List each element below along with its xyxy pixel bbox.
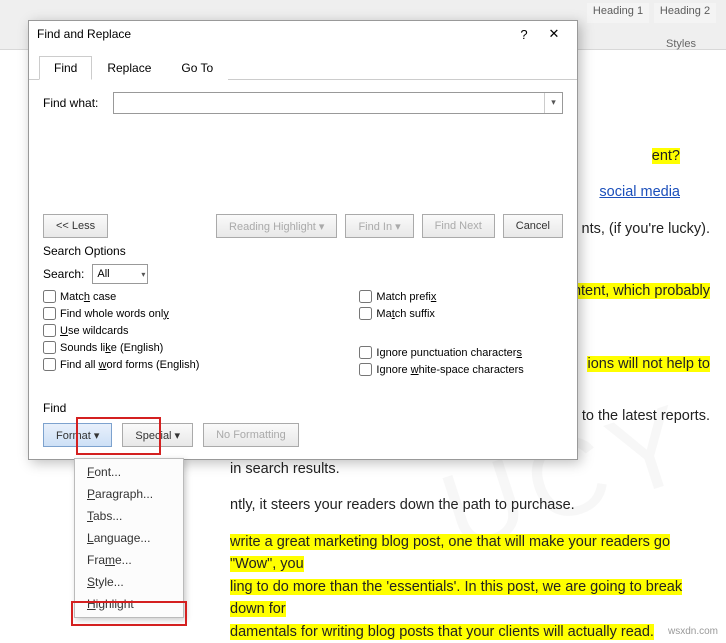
find-what-label: Find what: (43, 96, 113, 110)
no-formatting-button[interactable]: No Formatting (203, 423, 299, 447)
whole-words-checkbox[interactable]: Find whole words only (43, 307, 199, 320)
less-button[interactable]: << Less (43, 214, 108, 238)
all-word-forms-checkbox[interactable]: Find all word forms (English) (43, 358, 199, 371)
doc-text: write a great marketing blog post, one t… (230, 534, 670, 572)
doc-link[interactable]: social media (599, 184, 680, 200)
style-heading2[interactable]: Heading 2 (654, 3, 716, 23)
doc-text: g to the latest reports. (570, 408, 710, 424)
style-heading1[interactable]: Heading 1 (587, 3, 649, 23)
doc-text: ling to do more than the 'essentials'. I… (230, 579, 682, 617)
dialog-tabs: Find Replace Go To (29, 51, 577, 80)
tab-find[interactable]: Find (39, 56, 92, 80)
watermark-source: wsxdn.com (668, 626, 718, 637)
sounds-like-checkbox[interactable]: Sounds like (English) (43, 341, 199, 354)
format-dropdown: Font... Paragraph... Tabs... Language...… (74, 458, 184, 618)
dialog-title: Find and Replace (37, 27, 509, 41)
search-direction-label: Search: (43, 267, 84, 281)
cancel-button[interactable]: Cancel (503, 214, 563, 238)
match-prefix-checkbox[interactable]: Match prefix (359, 290, 523, 303)
tab-goto[interactable]: Go To (166, 56, 228, 80)
chevron-down-icon: ▾ (141, 270, 145, 279)
dropdown-font[interactable]: Font... (77, 461, 181, 483)
search-direction-select[interactable]: All▾ (92, 264, 148, 284)
help-button[interactable]: ? (509, 27, 539, 42)
dialog-titlebar: Find and Replace ? ✕ (29, 21, 577, 47)
ignore-punct-checkbox[interactable]: Ignore punctuation characters (359, 346, 523, 359)
dropdown-highlight[interactable]: Highlight (77, 593, 181, 615)
format-button[interactable]: Format ▾ (43, 423, 112, 447)
find-what-input[interactable]: ▾ (113, 92, 563, 114)
match-case-checkbox[interactable]: Match case (43, 290, 199, 303)
chevron-down-icon[interactable]: ▾ (544, 93, 562, 113)
find-next-button[interactable]: Find Next (422, 214, 495, 238)
dropdown-style[interactable]: Style... (77, 571, 181, 593)
doc-text: damentals for writing blog posts that yo… (230, 624, 654, 640)
find-panel: Find what: ▾ << Less Reading Highlight ▾… (29, 80, 577, 388)
doc-text: ions will not help to (587, 356, 710, 372)
ribbon-group-label: Styles (666, 38, 696, 50)
dropdown-language[interactable]: Language... (77, 527, 181, 549)
find-replace-dialog: Find and Replace ? ✕ Find Replace Go To … (28, 20, 578, 460)
reading-highlight-button[interactable]: Reading Highlight ▾ (216, 214, 337, 238)
special-button[interactable]: Special ▾ (122, 423, 193, 447)
doc-text: ent? (652, 148, 680, 164)
doc-text: ntly, it steers your readers down the pa… (230, 497, 575, 513)
doc-text: nts, (if you're lucky). (582, 221, 710, 237)
dropdown-paragraph[interactable]: Paragraph... (77, 483, 181, 505)
wildcards-checkbox[interactable]: Use wildcards (43, 324, 199, 337)
doc-text: in search results. (230, 461, 340, 477)
search-options-label: Search Options (43, 244, 563, 258)
dropdown-frame[interactable]: Frame... (77, 549, 181, 571)
ribbon-styles: Heading 1 Heading 2 (587, 3, 716, 23)
find-section-label: Find (43, 401, 66, 415)
doc-text: ntent, which probably (573, 283, 710, 299)
tab-replace[interactable]: Replace (92, 56, 166, 80)
close-button[interactable]: ✕ (539, 26, 569, 42)
dropdown-tabs[interactable]: Tabs... (77, 505, 181, 527)
match-suffix-checkbox[interactable]: Match suffix (359, 307, 523, 320)
ignore-whitespace-checkbox[interactable]: Ignore white-space characters (359, 363, 523, 376)
find-in-button[interactable]: Find In ▾ (345, 214, 413, 238)
